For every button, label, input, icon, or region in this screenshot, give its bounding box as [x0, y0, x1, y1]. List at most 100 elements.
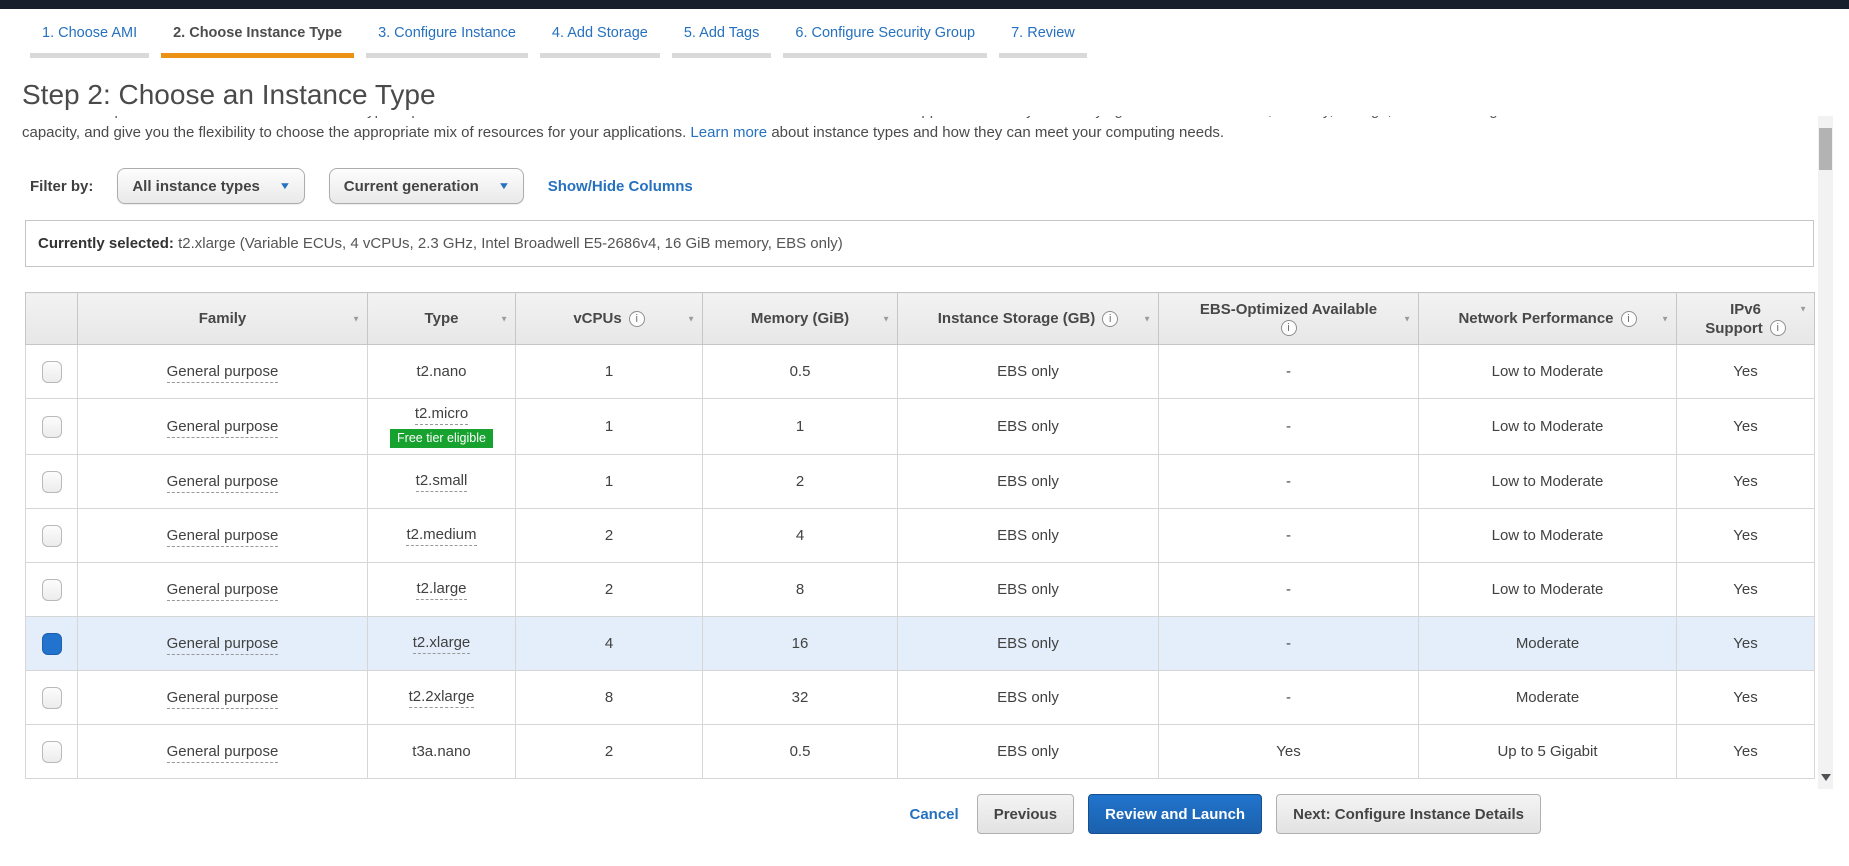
row-checkbox[interactable] [41, 578, 62, 601]
family-cell-value[interactable]: General purpose [166, 527, 279, 547]
family-cell-value[interactable]: General purpose [166, 689, 279, 709]
instance-type-cell-value[interactable]: t2.medium [406, 526, 477, 546]
column-header-network-performance[interactable]: Network Performance i ▼ [1418, 292, 1677, 345]
next-configure-instance-details-button[interactable]: Next: Configure Instance Details [1276, 794, 1541, 834]
info-icon[interactable]: i [628, 310, 645, 327]
sort-caret-icon: ▼ [1799, 304, 1807, 314]
info-icon[interactable]: i [1280, 320, 1297, 336]
sort-caret-icon: ▼ [500, 314, 508, 323]
instance-row[interactable]: General purpose t3a.nano 2 0.5 EBS only … [25, 724, 1815, 779]
ec2-launch-wizard-screen: 1. Choose AMI 2. Choose Instance Type 3.… [0, 0, 1849, 866]
family-cell-value[interactable]: General purpose [166, 363, 279, 383]
instance-row[interactable]: General purpose t2.large 2 8 EBS only - … [25, 562, 1815, 617]
instance-type-cell-value[interactable]: t2.micro [414, 405, 469, 425]
chevron-down-icon: ▼ [497, 180, 511, 192]
family-cell-value[interactable]: General purpose [166, 743, 279, 763]
row-checkbox[interactable] [41, 524, 62, 547]
column-header-ipv6-support[interactable]: IPv6 Support i ▼ [1676, 292, 1815, 345]
column-header-memory[interactable]: Memory (GiB) ▼ [702, 292, 898, 345]
tab-configure-security-group[interactable]: 6. Configure Security Group [783, 25, 988, 58]
scrollbar-down-arrow-icon[interactable] [1818, 769, 1833, 785]
tab-review[interactable]: 7. Review [999, 25, 1087, 58]
column-header-ebs-optimized[interactable]: EBS-Optimized Available i ▼ [1158, 292, 1419, 345]
sort-caret-icon: ▼ [882, 314, 890, 323]
row-checkbox[interactable] [41, 360, 62, 383]
memory-cell: 0.5 [702, 344, 898, 399]
ebs-optimized-cell: - [1158, 670, 1419, 725]
instance-storage-cell: EBS only [897, 344, 1159, 399]
column-label-vcpus: vCPUs [573, 310, 622, 327]
vcpus-cell: 2 [515, 724, 703, 779]
instance-type-cell-value[interactable]: t2.2xlarge [408, 688, 475, 708]
tab-add-storage[interactable]: 4. Add Storage [539, 25, 660, 58]
instance-row[interactable]: General purpose t2.medium 2 4 EBS only -… [25, 508, 1815, 563]
review-and-launch-button[interactable]: Review and Launch [1088, 794, 1263, 834]
intro-text-after-link: about instance types and how they can me… [771, 124, 1225, 141]
instance-row[interactable]: General purpose t2.small 1 2 EBS only - … [25, 454, 1815, 509]
family-cell-value[interactable]: General purpose [166, 635, 279, 655]
memory-cell: 8 [702, 562, 898, 617]
ipv6-support-cell: Yes [1676, 508, 1815, 563]
instance-row[interactable]: General purpose t2.2xlarge 8 32 EBS only… [25, 670, 1815, 725]
family-cell: General purpose [77, 344, 368, 399]
column-header-type[interactable]: Type ▼ [367, 292, 516, 345]
family-cell-value[interactable]: General purpose [166, 473, 279, 493]
instance-type-cell-value[interactable]: t2.small [415, 472, 468, 492]
previous-button[interactable]: Previous [976, 794, 1075, 834]
column-label-instance-storage: Instance Storage (GB) [937, 310, 1096, 327]
instance-type-cell-value[interactable]: t3a.nano [412, 743, 470, 760]
memory-cell: 16 [702, 616, 898, 671]
column-header-family[interactable]: Family ▼ [77, 292, 368, 345]
network-performance-cell: Low to Moderate [1418, 454, 1677, 509]
instance-type-cell-value[interactable]: t2.large [416, 580, 467, 600]
ebs-optimized-cell: - [1158, 398, 1419, 455]
ipv6-support-cell: Yes [1676, 670, 1815, 725]
cancel-link[interactable]: Cancel [909, 806, 958, 823]
type-cell: t3a.nano [367, 724, 516, 779]
family-cell-value[interactable]: General purpose [166, 418, 279, 438]
column-header-instance-storage[interactable]: Instance Storage (GB) i ▼ [897, 292, 1159, 345]
row-select-cell [25, 724, 78, 779]
column-header-vcpus[interactable]: vCPUs i ▼ [515, 292, 703, 345]
instance-row[interactable]: General purpose t2.nano 1 0.5 EBS only -… [25, 344, 1815, 399]
generation-filter-dropdown[interactable]: Current generation ▼ [328, 168, 524, 204]
network-performance-cell: Moderate [1418, 616, 1677, 671]
ebs-optimized-cell: - [1158, 562, 1419, 617]
tab-choose-instance-type[interactable]: 2. Choose Instance Type [161, 25, 355, 58]
network-performance-cell: Low to Moderate [1418, 508, 1677, 563]
column-label-ipv6-support: Support [1705, 319, 1763, 337]
page-scrollbar[interactable] [1818, 97, 1833, 789]
ipv6-support-cell: Yes [1676, 724, 1815, 779]
learn-more-link[interactable]: Learn more [690, 124, 767, 141]
instance-type-cell-value[interactable]: t2.nano [416, 363, 466, 380]
table-header-row: Family ▼ Type ▼ vCPUs i ▼ Memory (GiB) ▼ [25, 292, 1815, 345]
info-icon[interactable]: i [1769, 320, 1786, 336]
row-checkbox[interactable] [41, 470, 62, 493]
free-tier-badge: Free tier eligible [390, 429, 493, 448]
row-checkbox[interactable] [41, 632, 62, 655]
tab-choose-ami[interactable]: 1. Choose AMI [30, 25, 150, 58]
instance-family-filter-dropdown[interactable]: All instance types ▼ [117, 168, 305, 204]
ebs-optimized-cell: - [1158, 454, 1419, 509]
family-cell-value[interactable]: General purpose [166, 581, 279, 601]
row-select-cell [25, 562, 78, 617]
vcpus-cell: 8 [515, 670, 703, 725]
row-checkbox[interactable] [41, 686, 62, 709]
family-cell: General purpose [77, 724, 368, 779]
ipv6-support-cell: Yes [1676, 562, 1815, 617]
instance-type-cell-value[interactable]: t2.xlarge [412, 634, 471, 654]
ebs-optimized-cell: - [1158, 508, 1419, 563]
instance-row[interactable]: General purpose t2.micro Free tier eligi… [25, 398, 1815, 455]
row-select-cell [25, 344, 78, 399]
show-hide-columns-link[interactable]: Show/Hide Columns [548, 178, 693, 195]
row-checkbox[interactable] [41, 740, 62, 763]
info-icon[interactable]: i [1620, 310, 1637, 327]
instance-storage-cell: EBS only [897, 562, 1159, 617]
row-checkbox[interactable] [41, 415, 62, 438]
tab-add-tags[interactable]: 5. Add Tags [671, 25, 772, 58]
instance-row[interactable]: General purpose t2.xlarge 4 16 EBS only … [25, 616, 1815, 671]
ebs-optimized-cell: Yes [1158, 724, 1419, 779]
tab-configure-instance[interactable]: 3. Configure Instance [366, 25, 528, 58]
info-icon[interactable]: i [1102, 310, 1119, 327]
currently-selected-label: Currently selected: [38, 235, 174, 252]
